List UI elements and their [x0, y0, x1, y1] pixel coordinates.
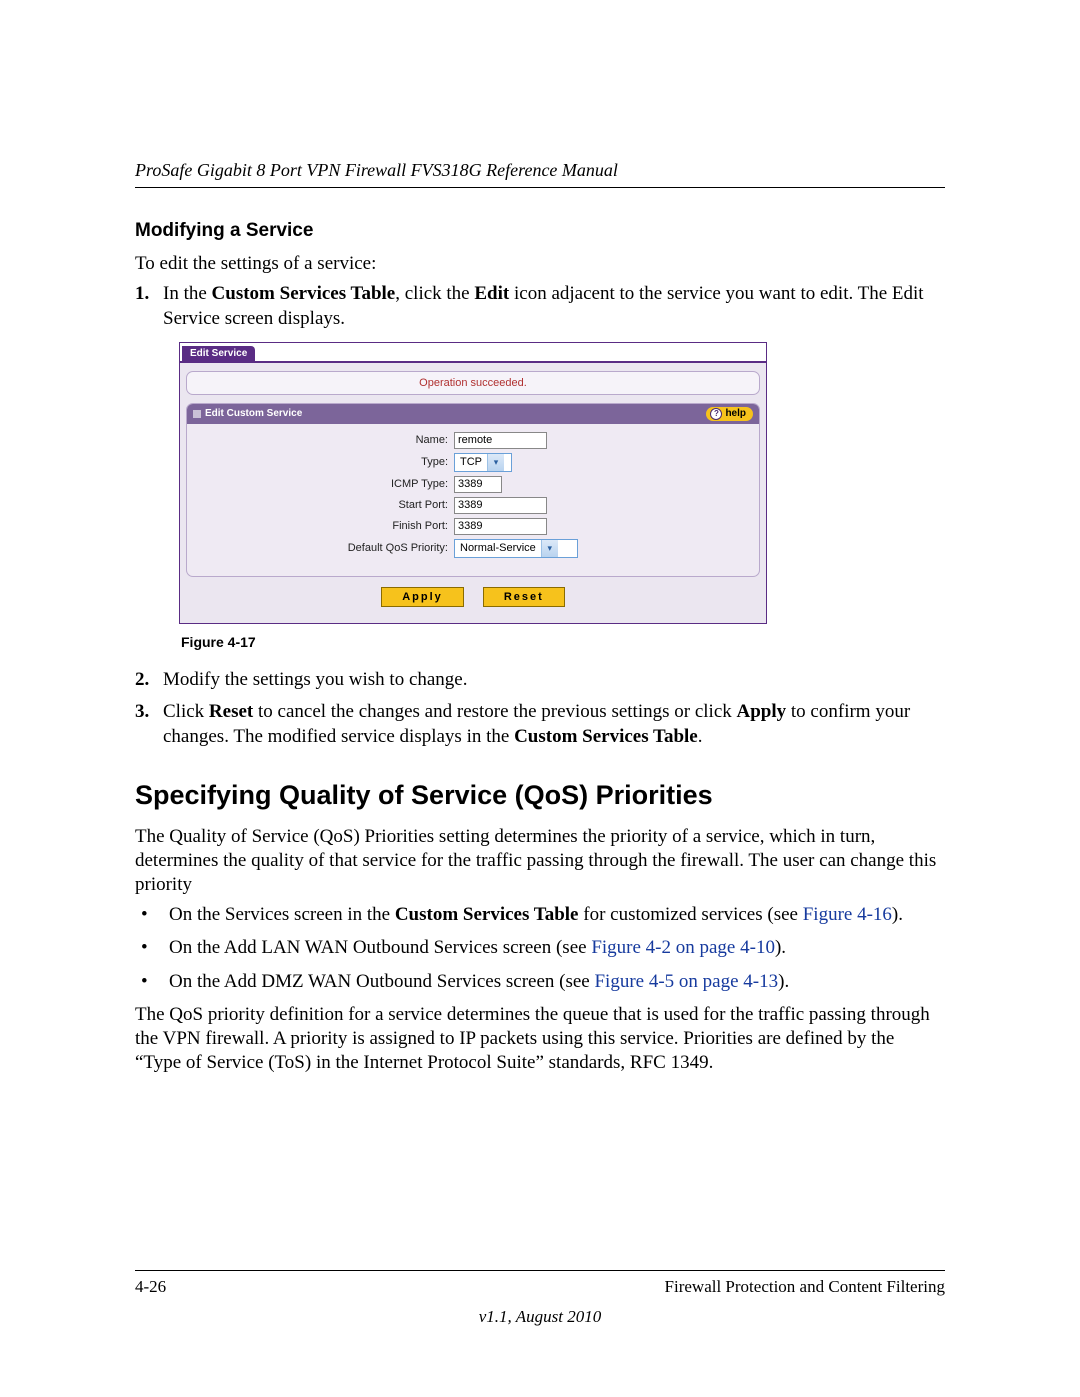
figure-link[interactable]: Figure 4-2 on page 4-10 — [591, 937, 775, 958]
bullet-icon: • — [135, 902, 169, 928]
chevron-down-icon: ▾ — [487, 454, 504, 471]
doc-version: v1.1, August 2010 — [135, 1307, 945, 1327]
paragraph: The QoS priority definition for a servic… — [135, 1003, 945, 1076]
qos-priority-label: Default QoS Priority: — [193, 542, 454, 554]
help-icon: ? — [710, 408, 722, 420]
figure-link[interactable]: Figure 4-5 on page 4-13 — [594, 971, 778, 992]
ordered-list: 1. In the Custom Services Table, click t… — [135, 282, 945, 331]
bullet-icon: • — [135, 935, 169, 961]
apply-button[interactable]: Apply — [381, 587, 464, 607]
bullet-list: • On the Services screen in the Custom S… — [135, 902, 945, 995]
figure-link[interactable]: Figure 4-16 — [803, 904, 892, 925]
reset-button[interactable]: Reset — [483, 587, 565, 607]
icmp-type-input[interactable] — [454, 476, 502, 493]
finish-port-input[interactable] — [454, 518, 547, 535]
name-label: Name: — [193, 434, 454, 446]
list-number: 3. — [135, 700, 163, 749]
chapter-title: Firewall Protection and Content Filterin… — [665, 1277, 945, 1297]
qos-priority-select[interactable]: Normal-Service ▾ — [454, 539, 578, 558]
list-item: • On the Services screen in the Custom S… — [135, 902, 945, 928]
edit-service-screenshot: Edit Service Operation succeeded. Edit C… — [179, 342, 767, 624]
panel-title: Edit Custom Service — [205, 408, 302, 419]
list-item: • On the Add DMZ WAN Outbound Services s… — [135, 969, 945, 995]
list-number: 2. — [135, 668, 163, 693]
paragraph: The Quality of Service (QoS) Priorities … — [135, 825, 945, 898]
intro-text: To edit the settings of a service: — [135, 252, 945, 276]
list-body: Modify the settings you wish to change. — [163, 668, 945, 693]
edit-custom-service-panel: Edit Custom Service ? help Name: — [186, 403, 760, 577]
help-button[interactable]: ? help — [706, 407, 753, 421]
list-item: • On the Add LAN WAN Outbound Services s… — [135, 935, 945, 961]
icmp-type-label: ICMP Type: — [193, 478, 454, 490]
figure-caption: Figure 4-17 — [181, 634, 945, 650]
list-item: 1. In the Custom Services Table, click t… — [135, 282, 945, 331]
list-body: In the Custom Services Table, click the … — [163, 282, 945, 331]
type-select[interactable]: TCP ▾ — [454, 453, 512, 472]
start-port-label: Start Port: — [193, 499, 454, 511]
tab-bar: Edit Service — [180, 343, 766, 363]
running-header: ProSafe Gigabit 8 Port VPN Firewall FVS3… — [135, 160, 945, 188]
ordered-list: 2. Modify the settings you wish to chang… — [135, 668, 945, 750]
list-body: Click Reset to cancel the changes and re… — [163, 700, 945, 749]
name-input[interactable] — [454, 432, 547, 449]
bullet-icon: • — [135, 969, 169, 995]
start-port-input[interactable] — [454, 497, 547, 514]
page: ProSafe Gigabit 8 Port VPN Firewall FVS3… — [0, 0, 1080, 1397]
panel-toggle-icon[interactable] — [193, 410, 201, 418]
status-message: Operation succeeded. — [186, 371, 760, 395]
list-number: 1. — [135, 282, 163, 331]
finish-port-label: Finish Port: — [193, 520, 454, 532]
list-item: 2. Modify the settings you wish to chang… — [135, 668, 945, 693]
page-number: 4-26 — [135, 1277, 166, 1297]
list-item: 3. Click Reset to cancel the changes and… — [135, 700, 945, 749]
type-label: Type: — [193, 456, 454, 468]
tab-edit-service[interactable]: Edit Service — [182, 346, 255, 361]
section-heading: Specifying Quality of Service (QoS) Prio… — [135, 780, 945, 811]
page-footer: 4-26 Firewall Protection and Content Fil… — [135, 1270, 945, 1327]
chevron-down-icon: ▾ — [541, 540, 558, 557]
subsection-heading: Modifying a Service — [135, 220, 945, 242]
